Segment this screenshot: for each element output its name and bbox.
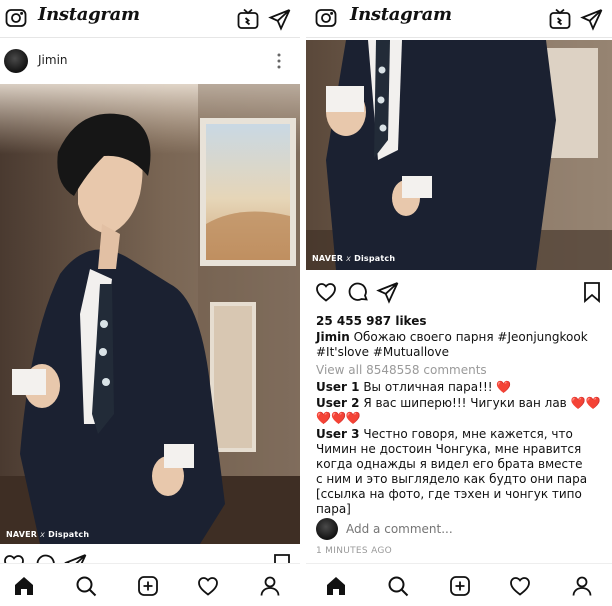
camera-icon[interactable] (314, 6, 338, 30)
heart-icon[interactable] (314, 280, 338, 304)
left-screen: Instagram Jimin NAVER x Dispatch (0, 0, 300, 606)
avatar (316, 518, 338, 540)
comment-3-line2: Чимин не достоин Чонгука, мне нравится (316, 442, 582, 456)
comment-author[interactable]: User 1 (316, 380, 359, 394)
heart-emoji-line: ❤️❤️❤️ (316, 411, 361, 425)
caption-author[interactable]: Jimin (316, 330, 350, 344)
watermark-brand: NAVER (312, 254, 344, 263)
post-timestamp: 1 MINUTES AGO (316, 546, 393, 556)
heart-emoji: ❤️ (496, 380, 512, 394)
more-options-icon[interactable] (275, 51, 283, 71)
view-all-comments-link[interactable]: View all 8548558 comments (316, 363, 487, 378)
add-comment-input[interactable] (346, 520, 596, 538)
post-username[interactable]: Jimin (38, 53, 68, 67)
right-screen: Instagram NAVER x Dispatch 25 455 987 li… (306, 0, 612, 606)
instagram-logo: Instagram (38, 4, 140, 25)
top-bar: Instagram (0, 0, 300, 38)
comment-3-line4: с ним и это выглядело как будто они пара (316, 472, 588, 486)
instagram-logo: Instagram (350, 4, 452, 25)
comment-3: User 3 Честно говоря, мне кажется, что (316, 427, 573, 442)
photo-watermark: NAVER x Dispatch (312, 254, 396, 263)
comment-3-line5: [ссылка на фото, где тэхен и чонгук типо (316, 487, 582, 501)
activity-heart-icon[interactable] (508, 574, 532, 598)
comment-icon[interactable] (346, 280, 370, 304)
comment-text: Честно говоря, мне кажется, что (363, 427, 573, 441)
top-bar: Instagram (306, 0, 612, 38)
search-icon[interactable] (386, 574, 410, 598)
bookmark-icon[interactable] (580, 280, 604, 304)
comment-3-line6: пара] (316, 502, 351, 516)
home-icon[interactable] (12, 574, 36, 598)
add-post-icon[interactable] (136, 574, 160, 598)
direct-message-icon[interactable] (580, 7, 604, 31)
watermark-brand: NAVER (6, 530, 38, 539)
bottom-nav (0, 563, 300, 606)
profile-icon[interactable] (258, 574, 282, 598)
post-header: Jimin (0, 40, 300, 82)
igtv-icon[interactable] (548, 7, 572, 31)
watermark-partner: Dispatch (354, 254, 396, 263)
watermark-partner: Dispatch (48, 530, 90, 539)
comment-3-line3: когда однажды я видел его брата вместе (316, 457, 583, 471)
caption-text-line1: Обожаю своего парня #Jeonjungkook (353, 330, 588, 344)
photo-illustration (306, 40, 612, 270)
comment-text: Я вас шиперю!!! Чигуки ван лав (363, 396, 567, 410)
avatar[interactable] (4, 49, 28, 73)
comment-author[interactable]: User 3 (316, 427, 359, 441)
caption: Jimin Обожаю своего парня #Jeonjungkook (316, 330, 608, 345)
comment-text: Вы отличная пара!!! (363, 380, 493, 394)
igtv-icon[interactable] (236, 7, 260, 31)
photo-watermark: NAVER x Dispatch (6, 530, 90, 539)
photo-illustration (0, 84, 300, 544)
post-photo[interactable]: NAVER x Dispatch (306, 40, 612, 270)
add-post-icon[interactable] (448, 574, 472, 598)
camera-icon[interactable] (4, 6, 28, 30)
caption-text-line2: #It'slove #Mutuallove (316, 345, 449, 359)
comment-author[interactable]: User 2 (316, 396, 359, 410)
search-icon[interactable] (74, 574, 98, 598)
share-icon[interactable] (376, 280, 400, 304)
comment-1: User 1 Вы отличная пара!!! ❤️ (316, 380, 511, 395)
post-photo[interactable]: NAVER x Dispatch (0, 84, 300, 544)
likes-count[interactable]: 25 455 987 likes (316, 314, 427, 329)
bottom-nav (306, 563, 612, 606)
activity-heart-icon[interactable] (196, 574, 220, 598)
home-icon[interactable] (324, 574, 348, 598)
profile-icon[interactable] (570, 574, 594, 598)
direct-message-icon[interactable] (268, 7, 292, 31)
